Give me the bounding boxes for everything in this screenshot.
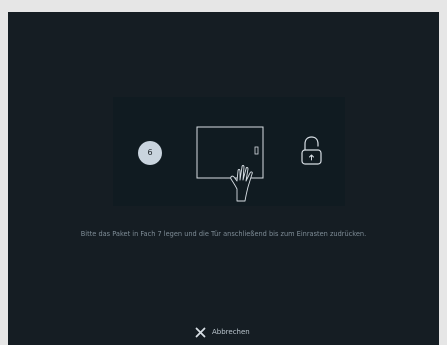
instruction-text: Bitte das Paket in Fach 7 legen und die …	[80, 230, 367, 238]
close-icon	[195, 327, 206, 337]
terminal-screen: 6 Bitte das Paket in Fach 7 legen und di…	[8, 12, 439, 345]
compartment-number-badge: 6	[138, 141, 162, 165]
door-push-hand-icon	[196, 126, 264, 202]
compartment-number: 6	[147, 148, 153, 157]
cancel-button[interactable]: Abbrechen	[195, 324, 250, 340]
cancel-label: Abbrechen	[212, 328, 250, 336]
unlocked-padlock-icon	[301, 136, 322, 165]
